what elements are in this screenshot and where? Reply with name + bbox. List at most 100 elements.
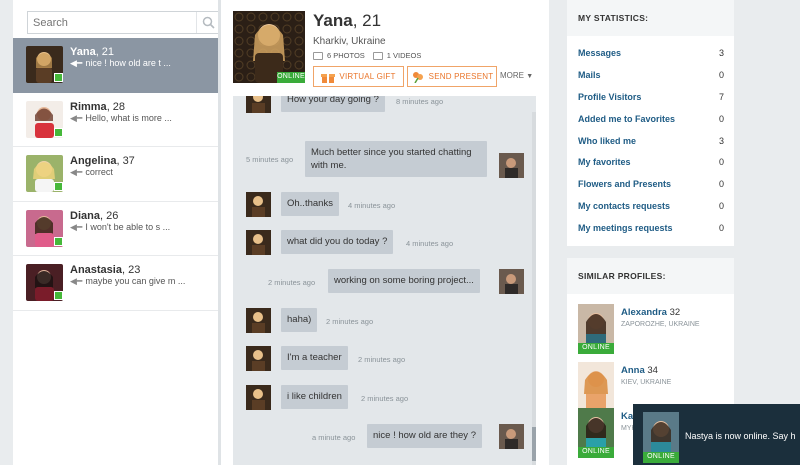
profile-photo[interactable]: ONLINE: [233, 11, 305, 83]
reply-arrow-icon: ◀━: [70, 167, 83, 177]
avatar: [246, 385, 271, 410]
avatar: ONLINE: [578, 304, 614, 354]
similar-profile-age: 32: [666, 307, 681, 318]
online-badge: ONLINE: [277, 72, 305, 83]
avatar: ONLINE: [643, 412, 679, 463]
contact-last-message: I won't be able to s ...: [85, 221, 171, 232]
photos-count[interactable]: 6 PHOTOS: [327, 51, 365, 60]
stat-value: 0: [718, 70, 724, 80]
profile-location: Kharkiv, Ukraine: [313, 36, 386, 47]
message-bubble: Oh..thanks: [281, 192, 339, 216]
contact-name: Rimma: [70, 100, 107, 113]
stat-mails[interactable]: Mails 0: [578, 70, 724, 80]
reply-arrow-icon: ◀━: [70, 221, 83, 232]
my-statistics-panel: MY STATISTICS: Messages 3 Mails 0 Profile …: [567, 0, 734, 246]
message-bubble: i like children: [281, 385, 348, 409]
flower-icon: [412, 71, 423, 83]
stat-messages[interactable]: Messages 3: [578, 48, 724, 58]
message-timestamp: 2 minutes ago: [268, 278, 316, 287]
avatar: [246, 230, 271, 255]
message-row: what did you do today ? 4 minutes ago: [233, 230, 536, 256]
contact-item-diana[interactable]: Diana, 26 ◀━ I won't be able to s ...: [13, 202, 221, 256]
reply-arrow-icon: ◀━: [70, 276, 83, 286]
message-bubble: nice ! how old are they ?: [367, 424, 482, 448]
more-label: MORE: [500, 71, 524, 80]
message-row: Oh..thanks 4 minutes ago: [233, 192, 536, 218]
stat-profile-visitors[interactable]: Profile Visitors 7: [578, 92, 724, 102]
stat-who-liked-me[interactable]: Who liked me 3: [578, 136, 724, 146]
similar-profile-name: Anna: [621, 365, 645, 376]
similar-profile-name: Alexandra: [621, 307, 667, 318]
more-menu[interactable]: MORE ▼: [500, 71, 533, 80]
profile-name: Yana: [313, 11, 353, 30]
similar-profile-location: KIEV, UKRAINE: [621, 379, 672, 386]
search-icon[interactable]: [196, 12, 220, 33]
message-row: haha) 2 minutes ago: [233, 308, 536, 334]
message-timestamp: 4 minutes ago: [348, 201, 396, 210]
stat-value: 0: [718, 157, 724, 167]
search-input[interactable]: [28, 12, 196, 33]
contact-name: Diana: [70, 209, 100, 222]
contact-name: Angelina: [70, 155, 117, 167]
gift-icon: [321, 73, 336, 83]
contact-age: , 37: [116, 155, 135, 167]
avatar: ONLINE: [578, 408, 614, 458]
stat-label: Flowers and Presents: [578, 179, 672, 189]
virtual-gift-label: VIRTUAL GIFT: [339, 72, 396, 81]
contact-item-angelina[interactable]: Angelina, 37 ◀━ correct: [13, 147, 221, 202]
contact-last-message: correct: [85, 167, 113, 177]
stat-value: 3: [718, 48, 724, 58]
chevron-down-icon: ▼: [526, 73, 534, 80]
stat-flowers-presents[interactable]: Flowers and Presents 0: [578, 179, 724, 189]
stat-contacts-requests[interactable]: My contacts requests 0: [578, 201, 724, 211]
camera-icon: [313, 51, 323, 60]
avatar: [246, 308, 271, 333]
toast-message: Nastya is now online. Say h: [685, 431, 796, 441]
reply-arrow-icon: ◀━: [70, 112, 83, 123]
avatar: [246, 346, 271, 371]
online-indicator: [54, 236, 63, 246]
online-notification-toast[interactable]: ONLINE Nastya is now online. Say h: [633, 404, 800, 465]
contact-item-rimma[interactable]: Rimma, 28 ◀━ Hello, what is more ...: [13, 93, 221, 147]
stat-added-to-favorites[interactable]: Added me to Favorites 0: [578, 114, 724, 124]
contact-age: , 28: [106, 100, 126, 113]
statistics-title: MY STATISTICS:: [567, 0, 734, 36]
message-bubble: what did you do today ?: [281, 230, 394, 254]
message-timestamp: 5 minutes ago: [246, 155, 294, 164]
virtual-gift-button[interactable]: VIRTUAL GIFT: [313, 66, 404, 87]
contact-item-anastasia[interactable]: Anastasia, 23 ◀━ maybe you can give m ...: [13, 256, 221, 311]
similar-profile-location: ZAPOROZHE, UKRAINE: [621, 321, 700, 328]
online-indicator: [54, 182, 63, 191]
stat-meetings-requests[interactable]: My meetings requests 0: [578, 223, 724, 233]
contact-item-yana[interactable]: Yana, 21 ◀━ nice ! how old are t ...: [13, 38, 221, 93]
avatar: [578, 362, 614, 412]
send-present-button[interactable]: SEND PRESENT: [407, 66, 497, 87]
stat-label: Added me to Favorites: [578, 114, 676, 124]
avatar: [499, 153, 524, 178]
message-timestamp: a minute ago: [312, 433, 356, 442]
contact-age: , 21: [95, 46, 115, 58]
message-timestamp: 2 minutes ago: [361, 394, 409, 403]
online-indicator: [54, 73, 63, 82]
message-row: 5 minutes ago Much better since you star…: [233, 141, 536, 179]
contact-list: Yana, 21 ◀━ nice ! how old are t ... Rimm…: [13, 38, 221, 311]
online-badge: ONLINE: [578, 447, 614, 458]
stat-label: Profile Visitors: [578, 92, 642, 102]
message-bubble: Much better since you started chatting w…: [305, 141, 487, 177]
online-indicator: [54, 291, 63, 300]
search-box: [27, 11, 221, 34]
similar-profile-age: 34: [644, 365, 658, 376]
contact-last-message: Hello, what is more ...: [85, 112, 172, 123]
message-thread: How your day going ? 8 minutes ago 5 min…: [233, 96, 536, 465]
stat-my-favorites[interactable]: My favorites 0: [578, 157, 724, 167]
videos-count[interactable]: 1 VIDEOS: [387, 51, 422, 60]
stat-label: My contacts requests: [578, 201, 671, 211]
stat-value: 0: [718, 179, 724, 189]
online-indicator: [54, 127, 63, 137]
message-bubble: I'm a teacher: [281, 346, 348, 370]
stat-value: 0: [718, 114, 724, 124]
similar-profile-item[interactable]: ONLINE Alexandra 32 ZAPOROZHE, UKRAINE: [567, 304, 734, 354]
send-present-label: SEND PRESENT: [428, 72, 494, 81]
message-row: i like children 2 minutes ago: [233, 385, 536, 411]
stat-label: Messages: [578, 48, 622, 58]
